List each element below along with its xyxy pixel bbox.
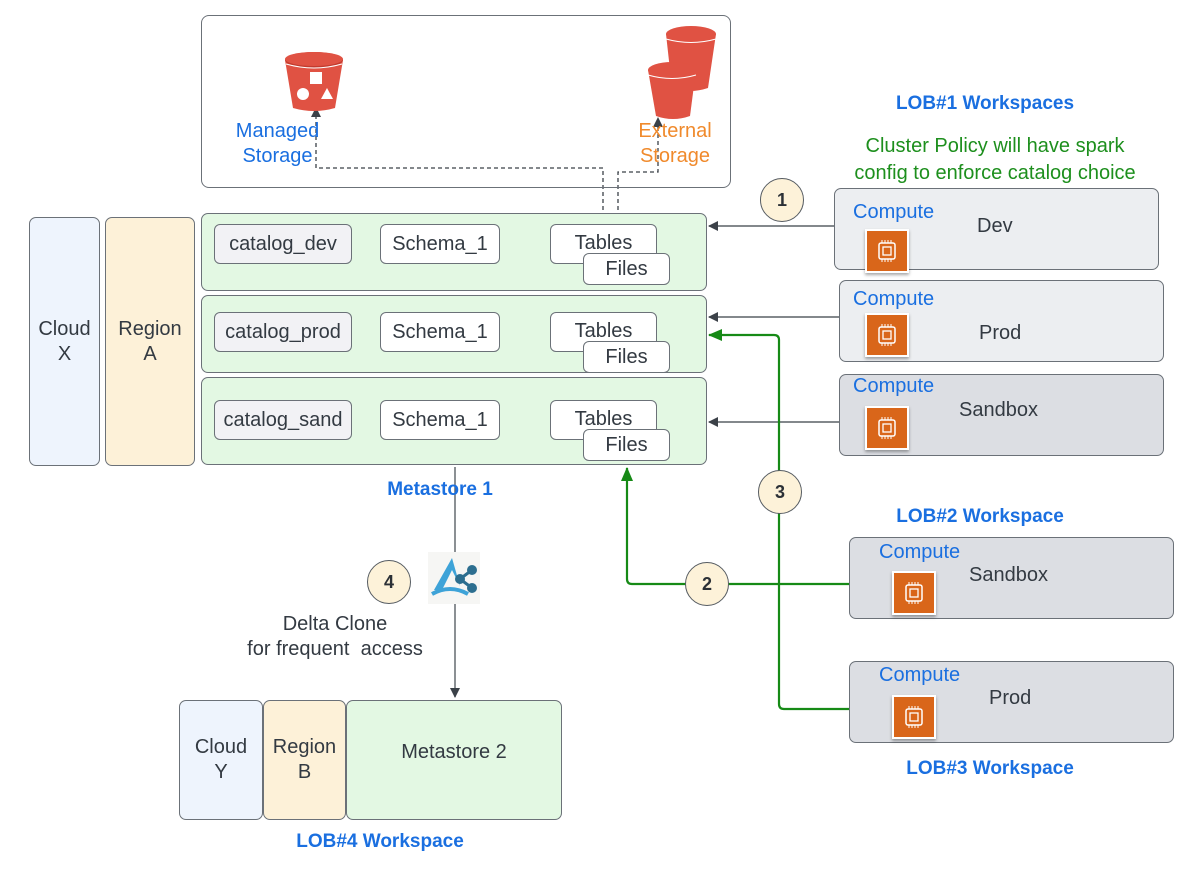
metastore-2[interactable]: Metastore 2 bbox=[346, 700, 562, 820]
compute-label: Compute bbox=[879, 541, 961, 563]
cluster-policy-note: Cluster Policy will have spark config to… bbox=[854, 135, 1136, 184]
managed-storage-bucket-icon bbox=[283, 50, 345, 112]
delta-clone-label: Delta Clone for frequent access bbox=[247, 613, 423, 660]
delta-sharing-icon bbox=[428, 552, 480, 604]
workspace-name: Sandbox bbox=[959, 399, 1038, 421]
region-b: Region B bbox=[263, 700, 346, 820]
workspace-name: Sandbox bbox=[969, 564, 1048, 586]
metastore-1-label: Metastore 1 bbox=[387, 479, 493, 500]
step-3-badge: 3 bbox=[758, 470, 802, 514]
schema-dev[interactable]: Schema_1 bbox=[380, 224, 500, 264]
workspace-name: Dev bbox=[977, 215, 1013, 237]
workspace-name: Prod bbox=[979, 322, 1022, 344]
workspace-lob1-prod[interactable]: Compute Prod bbox=[839, 280, 1164, 362]
catalog-sand[interactable]: catalog_sand bbox=[214, 400, 352, 440]
cloud-x: Cloud X bbox=[29, 217, 100, 466]
workspace-lob2-sandbox[interactable]: Compute Sandbox bbox=[849, 537, 1174, 619]
step-1-badge: 1 bbox=[760, 178, 804, 222]
schema-prod[interactable]: Schema_1 bbox=[380, 312, 500, 352]
files-sand[interactable]: Files bbox=[583, 429, 670, 461]
arrow-lob3-to-prod bbox=[708, 329, 850, 711]
lob3-title: LOB#3 Workspace bbox=[906, 758, 1074, 779]
step-2-badge: 2 bbox=[685, 562, 729, 606]
lob1-title: LOB#1 Workspaces bbox=[895, 93, 1075, 114]
compute-label: Compute bbox=[879, 664, 961, 686]
cloud-y: Cloud Y bbox=[179, 700, 263, 820]
lob4-title: LOB#4 Workspace bbox=[296, 831, 464, 852]
compute-chip-icon bbox=[892, 571, 936, 615]
compute-chip-icon bbox=[892, 695, 936, 739]
external-storage-buckets-icon bbox=[646, 24, 722, 120]
compute-label: Compute bbox=[853, 288, 935, 310]
catalog-dev[interactable]: catalog_dev bbox=[214, 224, 352, 264]
managed-storage-label: Managed Storage bbox=[235, 120, 320, 167]
compute-chip-icon bbox=[865, 229, 909, 273]
step-4-badge: 4 bbox=[367, 560, 411, 604]
workspace-lob3-prod[interactable]: Compute Prod bbox=[849, 661, 1174, 743]
schema-sand[interactable]: Schema_1 bbox=[380, 400, 500, 440]
lob2-title: LOB#2 Workspace bbox=[896, 506, 1064, 527]
catalog-prod[interactable]: catalog_prod bbox=[214, 312, 352, 352]
files-prod[interactable]: Files bbox=[583, 341, 670, 373]
arrow-lob2-to-sand bbox=[621, 467, 850, 586]
workspace-name: Prod bbox=[989, 687, 1032, 709]
compute-chip-icon bbox=[865, 313, 909, 357]
region-a: Region A bbox=[105, 217, 195, 466]
workspace-lob1-sandbox[interactable]: Compute Sandbox bbox=[839, 374, 1164, 456]
compute-label: Compute bbox=[853, 201, 935, 223]
files-dev[interactable]: Files bbox=[583, 253, 670, 285]
compute-chip-icon bbox=[865, 406, 909, 450]
workspace-lob1-dev[interactable]: Compute Dev bbox=[834, 188, 1159, 273]
external-storage-label: External Storage bbox=[638, 120, 712, 167]
compute-label: Compute bbox=[853, 375, 935, 397]
